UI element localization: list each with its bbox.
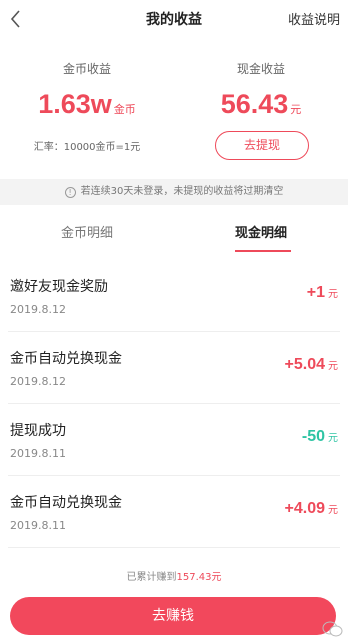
cumulative-earnings-prefix: 已累计赚到 [126, 572, 177, 583]
record-title: 提现成功 [10, 423, 66, 439]
tab-cash-details[interactable]: 现金明细 [174, 207, 348, 260]
record-date: 2019.8.11 [10, 519, 66, 532]
coin-earnings-label: 金币收益 [62, 62, 111, 76]
record-title: 邀好友现金奖励 [10, 279, 108, 295]
record-amount-unit: 元 [328, 289, 338, 300]
record-amount: +1 元 [307, 282, 338, 302]
exchange-rate: 汇率：10000金币=1元 [33, 142, 141, 153]
cash-unit: 元 [290, 103, 302, 116]
wechat-watermark-icon [322, 620, 344, 638]
info-circle-icon: ! [64, 187, 76, 198]
earnings-summary: 金币收益 1.63w 金币 现金收益 56.43 元 汇率：10000金币=1元 去… [0, 38, 348, 174]
earnings-explanation-link[interactable]: 收益说明 [288, 9, 340, 28]
expiry-notice: ! 若连续30天未登录，未提现的收益将过期清空 [0, 179, 348, 205]
cash-earnings: 现金收益 56.43 元 [174, 60, 348, 122]
detail-tabs: 金币明细 现金明细 [0, 207, 348, 260]
coin-earnings-amount: 1.63w [38, 89, 112, 119]
back-arrow-icon[interactable] [6, 8, 28, 30]
record-amount-unit: 元 [328, 433, 338, 444]
earn-money-button[interactable]: 去赚钱 [10, 597, 336, 635]
record-amount-value: +1 [306, 284, 325, 301]
record-amount: -50 元 [302, 426, 338, 446]
record-date: 2019.8.12 [10, 303, 66, 316]
record-amount: +4.09 元 [285, 498, 338, 518]
cumulative-earnings-amount: 157.43元 [176, 572, 222, 583]
record-amount-unit: 元 [328, 361, 338, 372]
record-title: 金币自动兑换现金 [10, 351, 122, 367]
record-amount-unit: 元 [328, 505, 338, 516]
list-item[interactable]: 金币自动兑换现金 2019.8.12 +5.04 元 [0, 332, 348, 404]
divider [8, 547, 340, 548]
coin-earnings: 金币收益 1.63w 金币 [0, 60, 174, 122]
record-date: 2019.8.12 [10, 375, 66, 388]
list-item[interactable]: 金币自动兑换现金 2019.8.11 +4.09 元 [0, 476, 348, 548]
cash-earnings-label: 现金收益 [236, 62, 285, 76]
record-title: 金币自动兑换现金 [10, 495, 122, 511]
list-item[interactable]: 邀好友现金奖励 2019.8.12 +1 元 [0, 260, 348, 332]
list-item[interactable]: 提现成功 2019.8.11 -50 元 [0, 404, 348, 476]
top-navbar: 我的收益 收益说明 [0, 0, 348, 38]
record-amount-value: +5.04 [284, 356, 325, 373]
withdraw-button[interactable]: 去提现 [215, 131, 309, 160]
record-amount-value: +4.09 [284, 500, 325, 517]
cash-earnings-amount: 56.43 [220, 89, 289, 119]
tab-coin-details[interactable]: 金币明细 [0, 207, 174, 260]
active-tab-indicator [235, 250, 291, 252]
record-date: 2019.8.11 [10, 447, 66, 460]
record-amount: +5.04 元 [285, 354, 338, 374]
coin-unit: 金币 [113, 103, 136, 116]
cash-earnings-value: 56.43 元 [174, 86, 348, 122]
expiry-notice-text: 若连续30天未登录，未提现的收益将过期清空 [80, 186, 284, 197]
record-amount-value: -50 [301, 428, 325, 445]
coin-earnings-value: 1.63w 金币 [0, 86, 174, 122]
cumulative-earnings: 已累计赚到157.43元 [0, 568, 348, 583]
